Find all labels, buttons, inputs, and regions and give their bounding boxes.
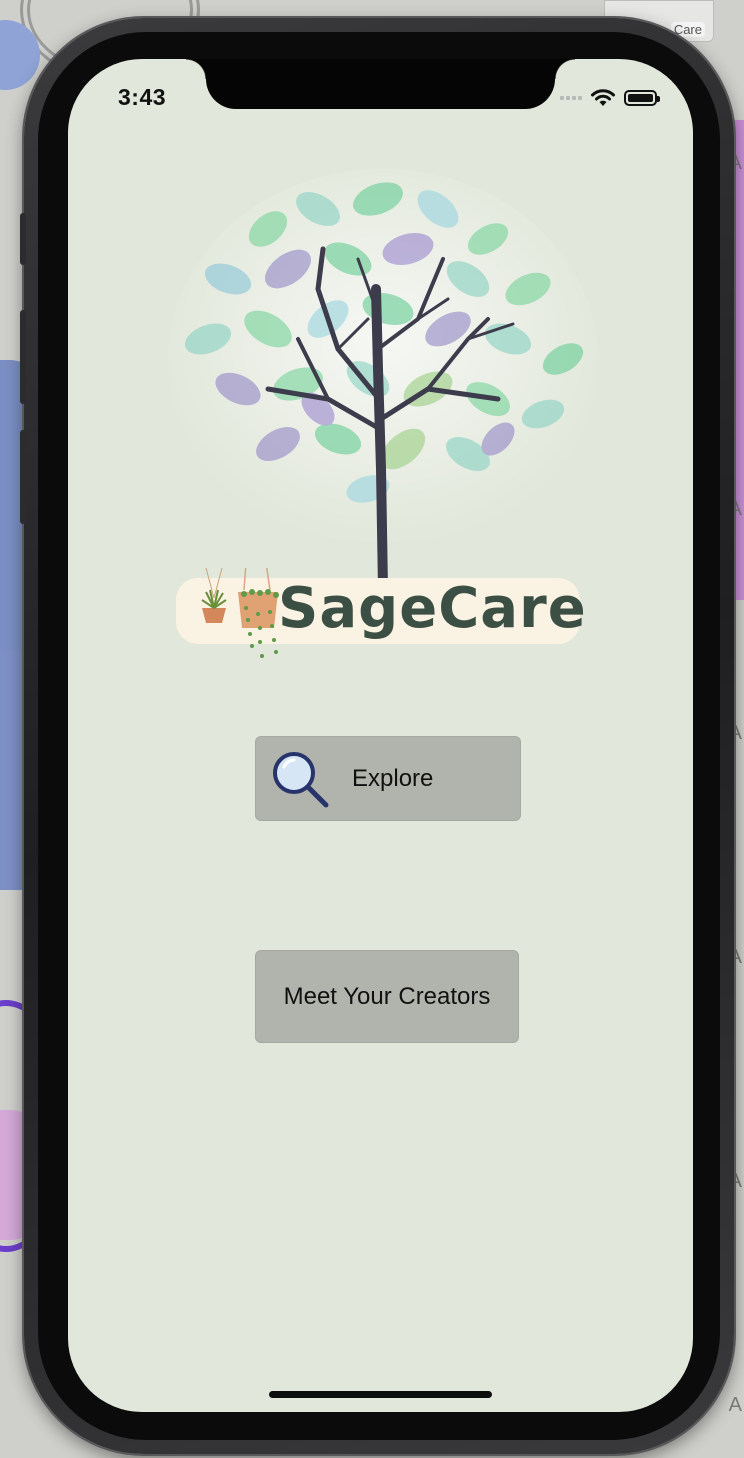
mute-switch xyxy=(20,213,26,265)
hanging-plants-icon xyxy=(201,568,279,658)
battery-icon xyxy=(624,90,660,106)
explore-button-label: Explore xyxy=(352,765,434,792)
magnifying-glass-icon xyxy=(273,752,329,808)
tree-logo-icon xyxy=(168,169,598,589)
device-notch xyxy=(186,59,575,109)
volume-down-button xyxy=(20,430,26,524)
explore-button[interactable]: Explore xyxy=(255,736,521,821)
app-screen: 3:43 SageCare Explore Meet Your Creators xyxy=(68,59,693,1412)
status-time: 3:43 xyxy=(118,84,167,110)
app-logo-text: SageCare xyxy=(278,576,587,641)
background-edge-letter: A xyxy=(728,1394,742,1416)
signal-icon xyxy=(560,96,582,100)
wifi-icon xyxy=(591,89,615,106)
volume-up-button xyxy=(20,310,26,404)
logo-banner: SageCare xyxy=(176,568,586,658)
meet-your-creators-button[interactable]: Meet Your Creators xyxy=(255,950,519,1043)
home-indicator[interactable] xyxy=(269,1391,492,1398)
status-icons xyxy=(560,87,660,109)
meet-your-creators-label: Meet Your Creators xyxy=(283,982,491,1010)
